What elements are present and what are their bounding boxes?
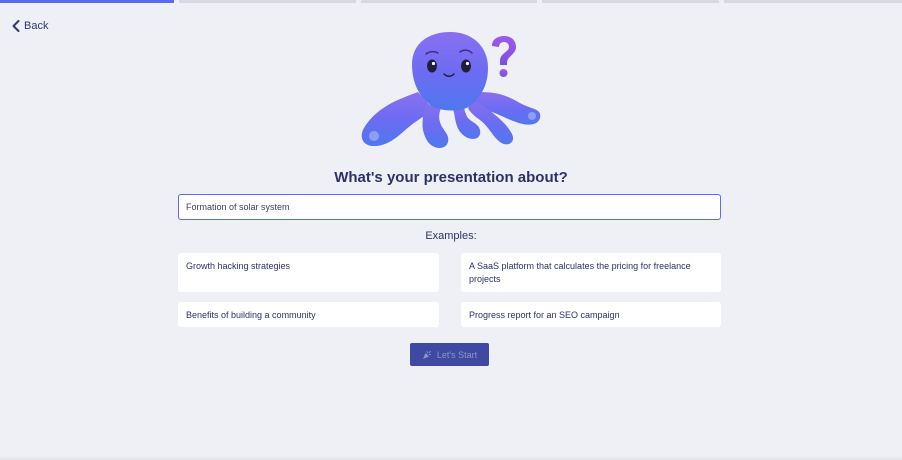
example-suggestion[interactable]: Progress report for an SEO campaign xyxy=(461,302,721,327)
progress-step-4 xyxy=(542,0,719,3)
progress-step-1 xyxy=(0,0,174,3)
examples-heading: Examples: xyxy=(425,230,477,242)
page-title: What's your presentation about? xyxy=(334,169,568,186)
progress-step-2 xyxy=(179,0,356,3)
bottom-divider xyxy=(0,456,902,460)
progress-step-3 xyxy=(361,0,537,3)
example-suggestion[interactable]: A SaaS platform that calculates the pric… xyxy=(461,253,721,292)
example-suggestion[interactable]: Benefits of building a community xyxy=(178,302,439,327)
octopus-mascot-icon xyxy=(361,32,541,148)
presentation-topic-screen: Back What's your presentation about? For… xyxy=(0,0,902,460)
lets-start-button[interactable]: Let's Start xyxy=(410,343,489,366)
presentation-topic-input[interactable] xyxy=(178,194,721,220)
party-popper-icon xyxy=(422,350,431,359)
example-suggestion[interactable]: Growth hacking strategies xyxy=(178,253,439,292)
back-label: Back xyxy=(24,20,49,32)
lets-start-label: Let's Start xyxy=(436,349,478,360)
chevron-left-icon xyxy=(12,20,20,32)
step-progress-bar xyxy=(0,0,902,4)
back-button[interactable]: Back xyxy=(10,18,50,34)
progress-step-5 xyxy=(724,0,902,3)
